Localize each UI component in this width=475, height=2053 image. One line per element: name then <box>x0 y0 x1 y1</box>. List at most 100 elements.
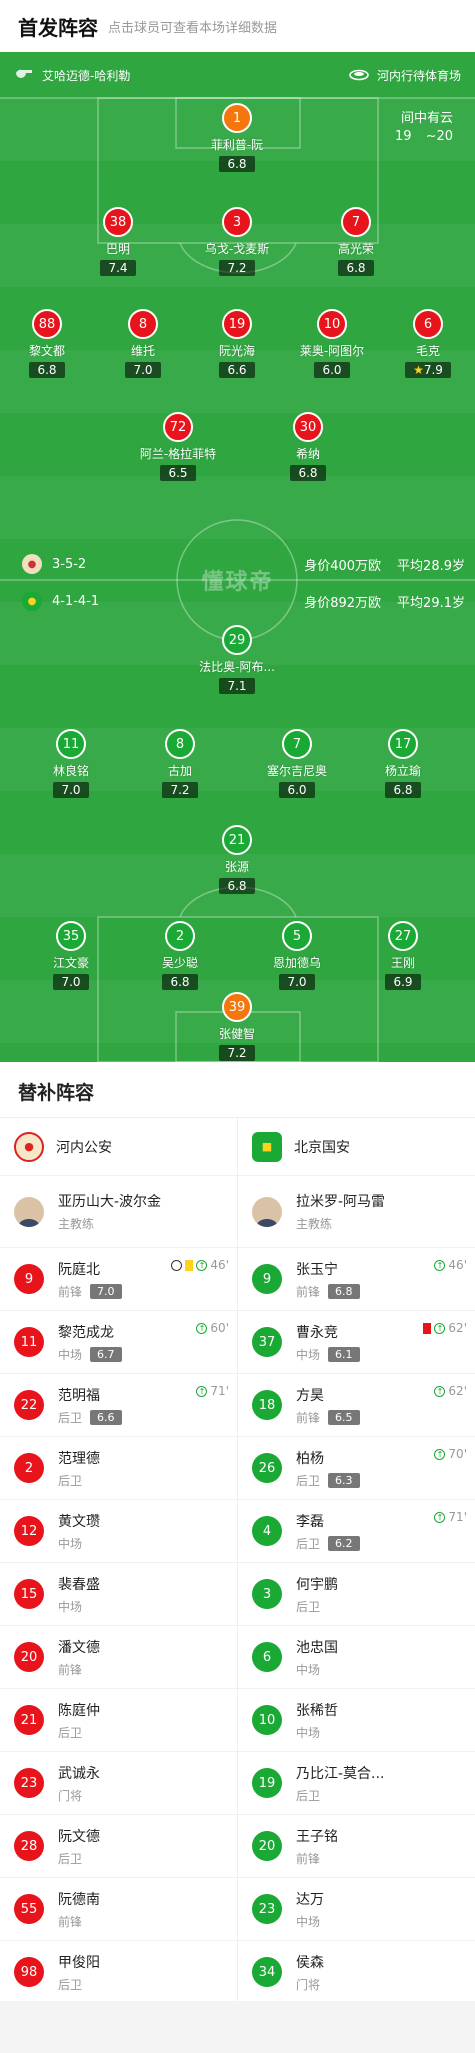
sub-list-item[interactable]: 20 潘文德 前锋 <box>0 1626 237 1689</box>
sub-rating: 6.2 <box>328 1535 360 1551</box>
player-rating: 7.0 <box>53 974 89 990</box>
sub-number: 11 <box>14 1327 44 1357</box>
player-number: 21 <box>222 825 252 855</box>
player-rating-value: 6.0 <box>287 783 307 797</box>
away-player[interactable]: 39 张健智 7.2 <box>182 992 292 1061</box>
player-rating: 6.8 <box>219 156 255 172</box>
sub-list-item[interactable]: 2 范理德 后卫 <box>0 1437 237 1500</box>
sub-list-item[interactable]: 15 裴春盛 中场 <box>0 1563 237 1626</box>
sub-list-item[interactable]: 19 乃比江-莫合... 后卫 <box>238 1752 475 1815</box>
coach-role: 主教练 <box>58 1217 95 1231</box>
sub-rating: 6.6 <box>90 1409 122 1425</box>
player-rating-value: 7.0 <box>61 783 81 797</box>
player-number: 11 <box>56 729 86 759</box>
player-number: 1 <box>222 103 252 133</box>
sub-number: 2 <box>14 1453 44 1483</box>
sub-name: 裴春盛 <box>58 1576 100 1593</box>
home-coach[interactable]: 亚历山大-波尔金 主教练 <box>0 1176 237 1248</box>
away-player[interactable]: 27 王刚 6.9 <box>348 921 458 990</box>
sub-events: ↑ 71' <box>434 1510 467 1524</box>
sub-position: 中场 <box>296 1347 321 1362</box>
home-player[interactable]: 88 黎文都 6.8 <box>0 309 102 378</box>
home-player[interactable]: 1 菲利普-阮 6.8 <box>182 103 292 172</box>
away-player[interactable]: 21 张源 6.8 <box>182 825 292 894</box>
sub-name: 王子铭 <box>296 1828 338 1845</box>
home-player[interactable]: 30 希纳 6.8 <box>253 412 363 481</box>
home-player[interactable]: 3 乌戈-戈麦斯 7.2 <box>182 207 292 276</box>
sub-position: 前锋 <box>58 1284 83 1299</box>
player-name: 吴少聪 <box>161 956 198 970</box>
home-team-badge-icon: ● <box>22 554 42 574</box>
player-rating-value: 6.8 <box>346 261 366 275</box>
sub-list-item[interactable]: 98 甲俊阳 后卫 <box>0 1941 237 2004</box>
sub-list-item[interactable]: 10 张稀哲 中场 <box>238 1689 475 1752</box>
sub-list-item[interactable]: 6 池忠国 中场 <box>238 1626 475 1689</box>
sub-list-item[interactable]: 9 阮庭北 前锋 7.0 ↑ 46' <box>0 1248 237 1311</box>
sub-list-item[interactable]: 3 何宇鹏 后卫 <box>238 1563 475 1626</box>
sub-list-item[interactable]: 9 张玉宁 前锋 6.8 ↑ 46' <box>238 1248 475 1311</box>
home-player[interactable]: 38 巴明 7.4 <box>63 207 173 276</box>
away-coach[interactable]: 拉米罗-阿马雷 主教练 <box>238 1176 475 1248</box>
sub-rating: 6.7 <box>90 1346 122 1362</box>
sub-list-item[interactable]: 11 黎范成龙 中场 6.7 ↑ 60' <box>0 1311 237 1374</box>
player-name: 菲利普-阮 <box>210 138 264 152</box>
sub-name: 池忠国 <box>296 1639 338 1656</box>
sub-number: 18 <box>252 1390 282 1420</box>
sub-number: 21 <box>14 1705 44 1735</box>
yellow-card-icon <box>185 1259 194 1271</box>
away-player[interactable]: 5 恩加德乌 7.0 <box>242 921 352 990</box>
home-player[interactable]: 6 毛克 ★7.9 <box>373 309 475 378</box>
away-player[interactable]: 2 吴少聪 6.8 <box>125 921 235 990</box>
sub-in-icon: ↑ <box>434 1385 446 1397</box>
sub-position: 前锋 <box>58 1914 83 1929</box>
sub-list-item[interactable]: 37 曹永竞 中场 6.1 ↑ 62' <box>238 1311 475 1374</box>
sub-list-item[interactable]: 26 柏杨 后卫 6.3 ↑ 70' <box>238 1437 475 1500</box>
sub-number: 55 <box>14 1894 44 1924</box>
player-rating-value: 7.2 <box>170 783 190 797</box>
player-number: 29 <box>222 625 252 655</box>
sub-list-item[interactable]: 34 侯森 门将 <box>238 1941 475 2004</box>
sub-position: 中场 <box>296 1662 321 1677</box>
sub-list-item[interactable]: 22 范明福 后卫 6.6 ↑ 71' <box>0 1374 237 1437</box>
home-team-header[interactable]: ● 河内公安 <box>0 1118 237 1176</box>
away-player[interactable]: 17 杨立瑜 6.8 <box>348 729 458 798</box>
sub-list-item[interactable]: 18 方昊 前锋 6.5 ↑ 62' <box>238 1374 475 1437</box>
stadium-name: 河内行待体育场 <box>376 68 461 83</box>
sub-position: 前锋 <box>296 1851 321 1866</box>
player-number: 72 <box>163 412 193 442</box>
sub-position: 中场 <box>296 1725 321 1740</box>
sub-list-item[interactable]: 23 达万 中场 <box>238 1878 475 1941</box>
sub-list-item[interactable]: 55 阮德南 前锋 <box>0 1878 237 1941</box>
sub-rating: 6.5 <box>328 1409 360 1425</box>
sub-position: 中场 <box>58 1536 83 1551</box>
sub-list-item[interactable]: 20 王子铭 前锋 <box>238 1815 475 1878</box>
sub-list-item[interactable]: 21 陈庭仲 后卫 <box>0 1689 237 1752</box>
player-name: 乌戈-戈麦斯 <box>204 242 270 256</box>
player-rating-value: 6.0 <box>322 363 342 377</box>
player-name: 杨立瑜 <box>384 764 421 778</box>
home-player[interactable]: 10 莱奥-阿图尔 6.0 <box>277 309 387 378</box>
away-team-header[interactable]: ■ 北京国安 <box>238 1118 475 1176</box>
sub-in-minute: 60' <box>210 1321 229 1335</box>
sub-name: 达万 <box>296 1891 324 1908</box>
player-rating-value: 6.8 <box>298 466 318 480</box>
sub-events: ↑ 62' <box>434 1384 467 1398</box>
away-player[interactable]: 35 江文豪 7.0 <box>16 921 126 990</box>
home-player[interactable]: 72 阿兰-格拉菲特 6.5 <box>123 412 233 481</box>
sub-list-item[interactable]: 4 李磊 后卫 6.2 ↑ 71' <box>238 1500 475 1563</box>
away-team-logo-icon: ■ <box>252 1131 282 1162</box>
player-rating-value: 6.8 <box>37 363 57 377</box>
player-name: 古加 <box>167 764 192 778</box>
home-player[interactable]: 7 高光荣 6.8 <box>301 207 411 276</box>
sub-position: 门将 <box>296 1977 321 1992</box>
sub-list-item[interactable]: 28 阮文德 后卫 <box>0 1815 237 1878</box>
sub-list-item[interactable]: 23 武诚永 门将 <box>0 1752 237 1815</box>
home-age: 平均28.9岁 <box>397 558 465 574</box>
away-player[interactable]: 7 塞尔吉尼奥 6.0 <box>242 729 352 798</box>
away-player[interactable]: 29 法比奥-阿布... 7.1 <box>182 625 292 694</box>
away-player[interactable]: 8 古加 7.2 <box>125 729 235 798</box>
sub-list-item[interactable]: 12 黄文瓒 中场 <box>0 1500 237 1563</box>
sub-rating: 6.1 <box>328 1346 360 1362</box>
away-player[interactable]: 11 林良铭 7.0 <box>16 729 126 798</box>
home-player[interactable]: 19 阮光海 6.6 <box>182 309 292 378</box>
